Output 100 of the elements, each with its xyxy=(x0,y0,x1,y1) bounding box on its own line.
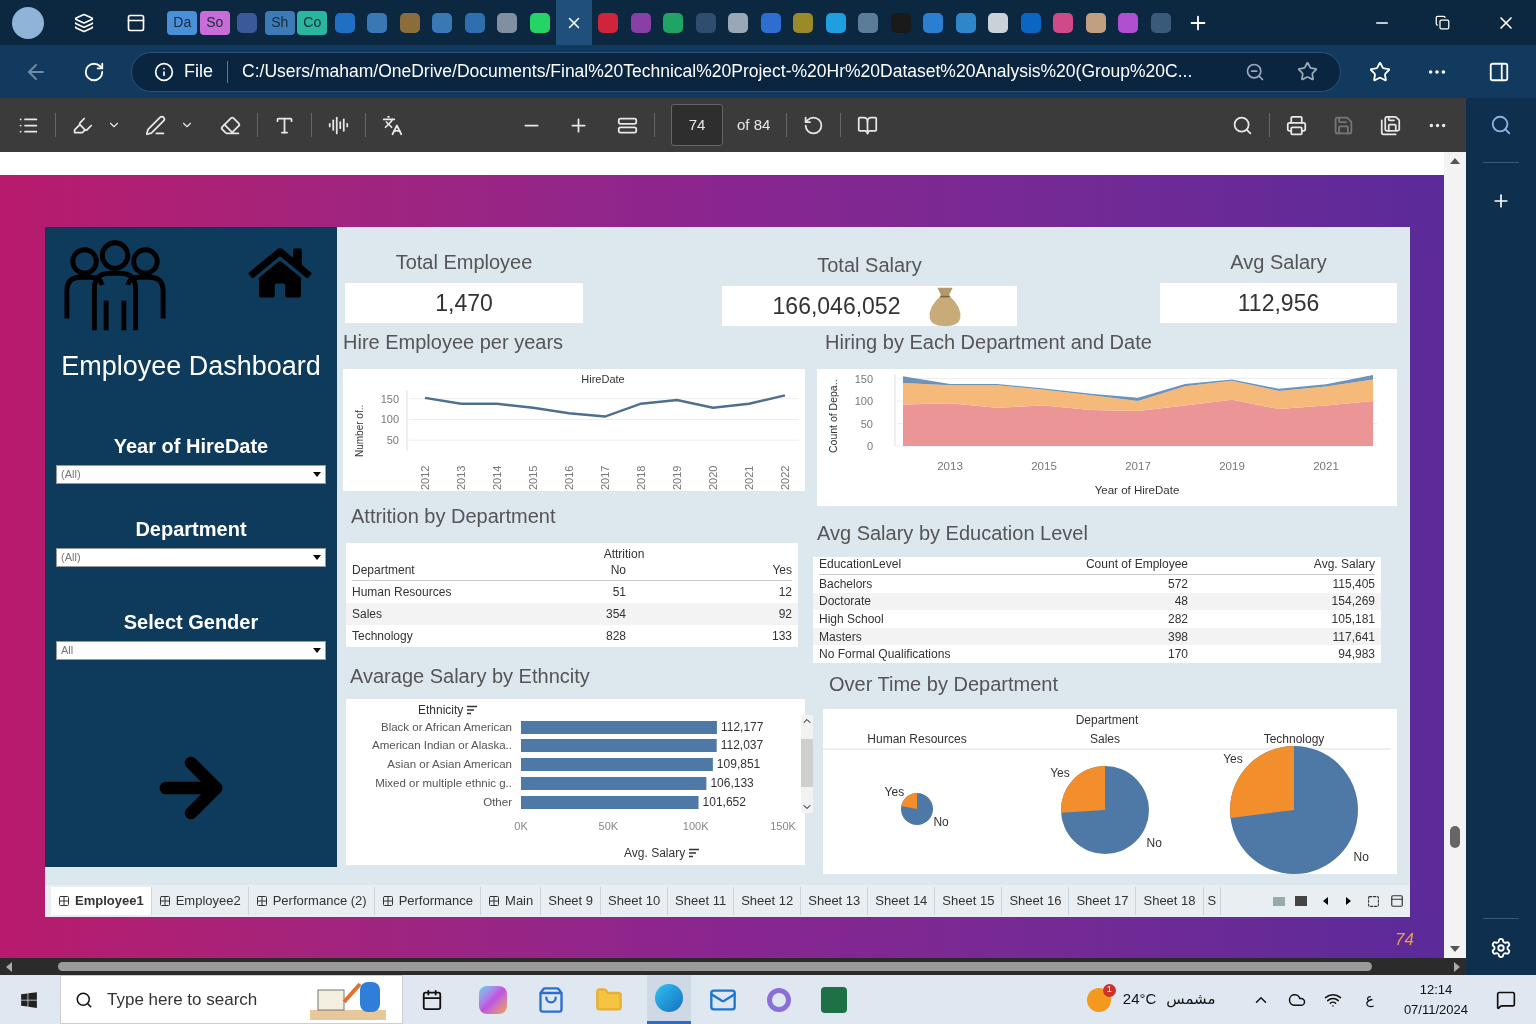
start-button[interactable] xyxy=(20,990,38,1009)
filter-label: Year of HireDate xyxy=(113,433,269,459)
horizontal-scrollbar[interactable] xyxy=(0,958,1466,975)
sheet-tab[interactable]: Employee2 xyxy=(151,887,249,915)
rotate-icon[interactable] xyxy=(803,114,825,136)
sheet-tab[interactable]: Performance (2) xyxy=(248,887,375,915)
page-view-icon[interactable] xyxy=(857,114,879,136)
tab-actions-icon[interactable] xyxy=(126,12,146,33)
table-cell-text: 51 xyxy=(611,584,626,601)
filter-dropdown[interactable]: (All) xyxy=(56,464,326,484)
copilot-icon[interactable] xyxy=(479,985,507,1014)
settings-icon[interactable] xyxy=(1490,937,1512,959)
eraser-icon[interactable] xyxy=(220,114,241,136)
tick-label: 150 xyxy=(380,392,399,405)
site-label: Co xyxy=(302,13,323,32)
info-icon[interactable] xyxy=(154,61,174,82)
taskbar-app[interactable] xyxy=(647,975,691,1024)
zoom-out-icon[interactable] xyxy=(1245,61,1265,82)
dashboard-icon xyxy=(255,895,268,907)
value-label: 112,037 xyxy=(720,738,764,752)
sheet-tab[interactable]: Employee1 xyxy=(51,887,152,915)
read-aloud-icon[interactable] xyxy=(328,114,349,136)
previous-icon[interactable] xyxy=(1323,897,1328,905)
table-cell-text: 115,405 xyxy=(1331,575,1375,593)
save-icon[interactable] xyxy=(1333,114,1354,136)
task-view-icon[interactable] xyxy=(421,988,443,1011)
spreadsheet-icon[interactable] xyxy=(821,986,847,1013)
tick-label: 2022 xyxy=(779,465,791,490)
favorite-star-icon[interactable] xyxy=(1297,61,1318,82)
column-header: Technology xyxy=(1263,731,1325,746)
browser-tab[interactable]: Da xyxy=(166,0,199,45)
page-number-field[interactable]: 74 xyxy=(671,104,723,146)
search-icon[interactable] xyxy=(1232,114,1253,136)
search-icon[interactable] xyxy=(1490,114,1512,136)
sheet-tab[interactable]: Sheet 16 xyxy=(1002,887,1070,915)
kpi-value: 112,956 xyxy=(1237,288,1320,318)
save-as-icon[interactable] xyxy=(1380,114,1401,136)
table-cell-text: 92 xyxy=(777,606,792,623)
sheet-tab[interactable]: Sheet 10 xyxy=(601,887,669,915)
sheet-tab[interactable]: Sheet 12 xyxy=(734,887,802,915)
favorites-icon[interactable] xyxy=(1369,60,1391,83)
sheet-tab[interactable]: Sheet 9 xyxy=(541,887,602,915)
browser-icon xyxy=(655,984,683,1012)
column-header: Sales xyxy=(1090,731,1120,746)
sheet-tab[interactable]: Sheet 13 xyxy=(801,887,869,915)
app-icon[interactable] xyxy=(767,987,791,1012)
translate-icon[interactable] xyxy=(382,114,403,136)
filter-dropdown[interactable]: All xyxy=(56,640,326,660)
tick-label: 2019 xyxy=(1219,460,1245,472)
table-cell-text: 398 xyxy=(1166,628,1188,646)
column-header: EducationLevel xyxy=(819,556,903,573)
table-cell-text: 282 xyxy=(1166,611,1188,628)
table-cell-text: Masters xyxy=(819,628,863,646)
sheet-tab[interactable]: Sheet 18 xyxy=(1136,887,1204,915)
slice-label: No xyxy=(933,815,949,830)
browser-tab[interactable]: So xyxy=(198,0,231,45)
sheet-tab[interactable]: Sheet 17 xyxy=(1069,887,1137,915)
table-cell-text: Sales xyxy=(352,606,384,623)
vertical-scrollbar[interactable] xyxy=(1444,152,1466,958)
tick-label: 2017 xyxy=(1125,460,1151,472)
address-bar[interactable]: File C:/Users/maham/OneDrive/Documents/Final%20Technical%20Project-%20Hr%20Dataset%20Analysis%20(Group%20C... xyxy=(131,51,1341,92)
tick-label: 100K xyxy=(682,820,709,832)
sort-icon[interactable] xyxy=(688,848,701,858)
restore-button[interactable] xyxy=(1435,15,1450,30)
clock-date: 07/11/2024 xyxy=(1403,1000,1468,1019)
axis-title: Count of Depa.. xyxy=(827,379,839,453)
dashboard-icon xyxy=(158,895,171,907)
draw-icon[interactable] xyxy=(145,114,166,136)
browser-tab[interactable]: Co xyxy=(296,0,329,45)
column-header: Avg. Salary xyxy=(1312,556,1375,573)
filter-dropdown[interactable]: (All) xyxy=(56,547,326,567)
sheet-tab[interactable]: S xyxy=(1203,887,1222,915)
presentation-icon[interactable] xyxy=(1390,894,1404,908)
sidebar-toggle-icon[interactable] xyxy=(1488,60,1510,83)
language-indicator[interactable]: ع xyxy=(1365,989,1374,1010)
sheet-tab[interactable]: Sheet 14 xyxy=(868,887,936,915)
sheet-tab[interactable]: Sheet 15 xyxy=(935,887,1003,915)
value-label: 109,851 xyxy=(716,757,761,771)
taskbar-search-field[interactable]: Type here to search xyxy=(60,975,403,1024)
store-icon[interactable] xyxy=(537,985,565,1014)
category-label: American Indian or Alaska.. xyxy=(372,739,512,751)
sheet-tab[interactable]: Performance xyxy=(374,887,482,915)
profile-avatar[interactable] xyxy=(12,6,44,39)
table-cell-text: 117,641 xyxy=(1331,628,1375,646)
sheet-tab[interactable]: Sheet 11 xyxy=(668,887,735,915)
scrollbar[interactable] xyxy=(801,715,813,813)
print-icon[interactable] xyxy=(1286,114,1307,136)
tick-label: 2015 xyxy=(527,465,539,490)
tick-label: 50 xyxy=(860,417,873,430)
weather-text: مشمس xyxy=(1166,989,1216,1011)
refresh-button[interactable] xyxy=(83,60,105,83)
fullscreen-icon[interactable] xyxy=(1367,894,1380,908)
tick-label: 2020 xyxy=(707,465,719,490)
next-icon[interactable] xyxy=(1346,897,1351,905)
workspaces-icon[interactable] xyxy=(74,12,94,33)
notifications-icon[interactable] xyxy=(1496,989,1516,1010)
tick-label: 2021 xyxy=(1313,460,1339,472)
column-group-header: Attrition xyxy=(602,546,646,563)
sort-icon[interactable] xyxy=(466,705,479,715)
sheet-tab[interactable]: Main xyxy=(481,887,542,915)
